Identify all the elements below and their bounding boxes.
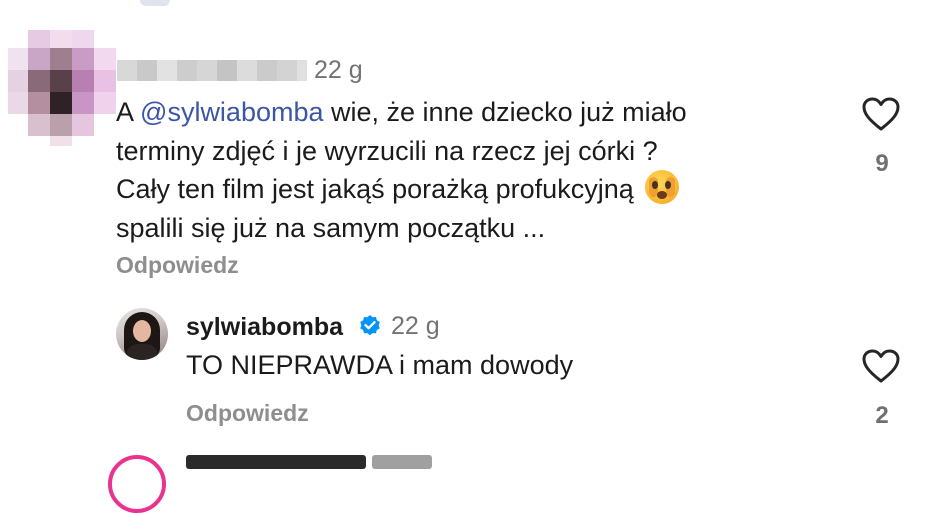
like-heart-icon[interactable] bbox=[862, 97, 900, 131]
comment-line-2: terminy zdjęć i je wyrzucili na rzecz je… bbox=[116, 135, 658, 166]
comment-text-line1: wie, że inne dziecko już miało bbox=[323, 97, 687, 127]
next-comment-avatar[interactable] bbox=[108, 455, 166, 513]
like-heart-icon[interactable] bbox=[862, 349, 900, 383]
reply-timestamp: 22 g bbox=[391, 312, 440, 340]
reply-button[interactable]: Odpowiedz bbox=[116, 252, 239, 279]
comment-line-1: A @sylwiabomba wie, że inne dziecko już … bbox=[116, 93, 816, 132]
next-comment-timestamp-cropped bbox=[372, 455, 432, 469]
comment-text-line3: Cały ten film jest jakąś porażką profukc… bbox=[116, 174, 634, 204]
reply-author-avatar[interactable] bbox=[116, 308, 168, 360]
reply-author-username[interactable]: sylwiabomba bbox=[186, 313, 343, 342]
mention-link[interactable]: @sylwiabomba bbox=[140, 97, 323, 127]
comment-text-start: A bbox=[116, 97, 141, 127]
like-count: 2 bbox=[875, 402, 889, 429]
reply-button[interactable]: Odpowiedz bbox=[186, 400, 309, 427]
reply-body: TO NIEPRAWDA i mam dowody bbox=[186, 350, 574, 380]
face-with-hand-over-mouth-icon bbox=[645, 170, 680, 204]
comment-line-3: Cały ten film jest jakąś porażką profukc… bbox=[116, 170, 816, 209]
previous-comment-edge bbox=[140, 0, 170, 6]
like-count: 9 bbox=[875, 150, 889, 177]
verified-badge-icon bbox=[360, 315, 380, 336]
commenter-username-blurred[interactable] bbox=[117, 60, 307, 81]
comment-timestamp: 22 g bbox=[314, 56, 363, 84]
comment-body: A @sylwiabomba wie, że inne dziecko już … bbox=[116, 93, 816, 247]
commenter-avatar-pixelated[interactable] bbox=[8, 30, 118, 146]
next-comment-username-cropped[interactable] bbox=[186, 455, 366, 469]
comment-line-4: spalili się już na samym początku ... bbox=[116, 212, 546, 243]
